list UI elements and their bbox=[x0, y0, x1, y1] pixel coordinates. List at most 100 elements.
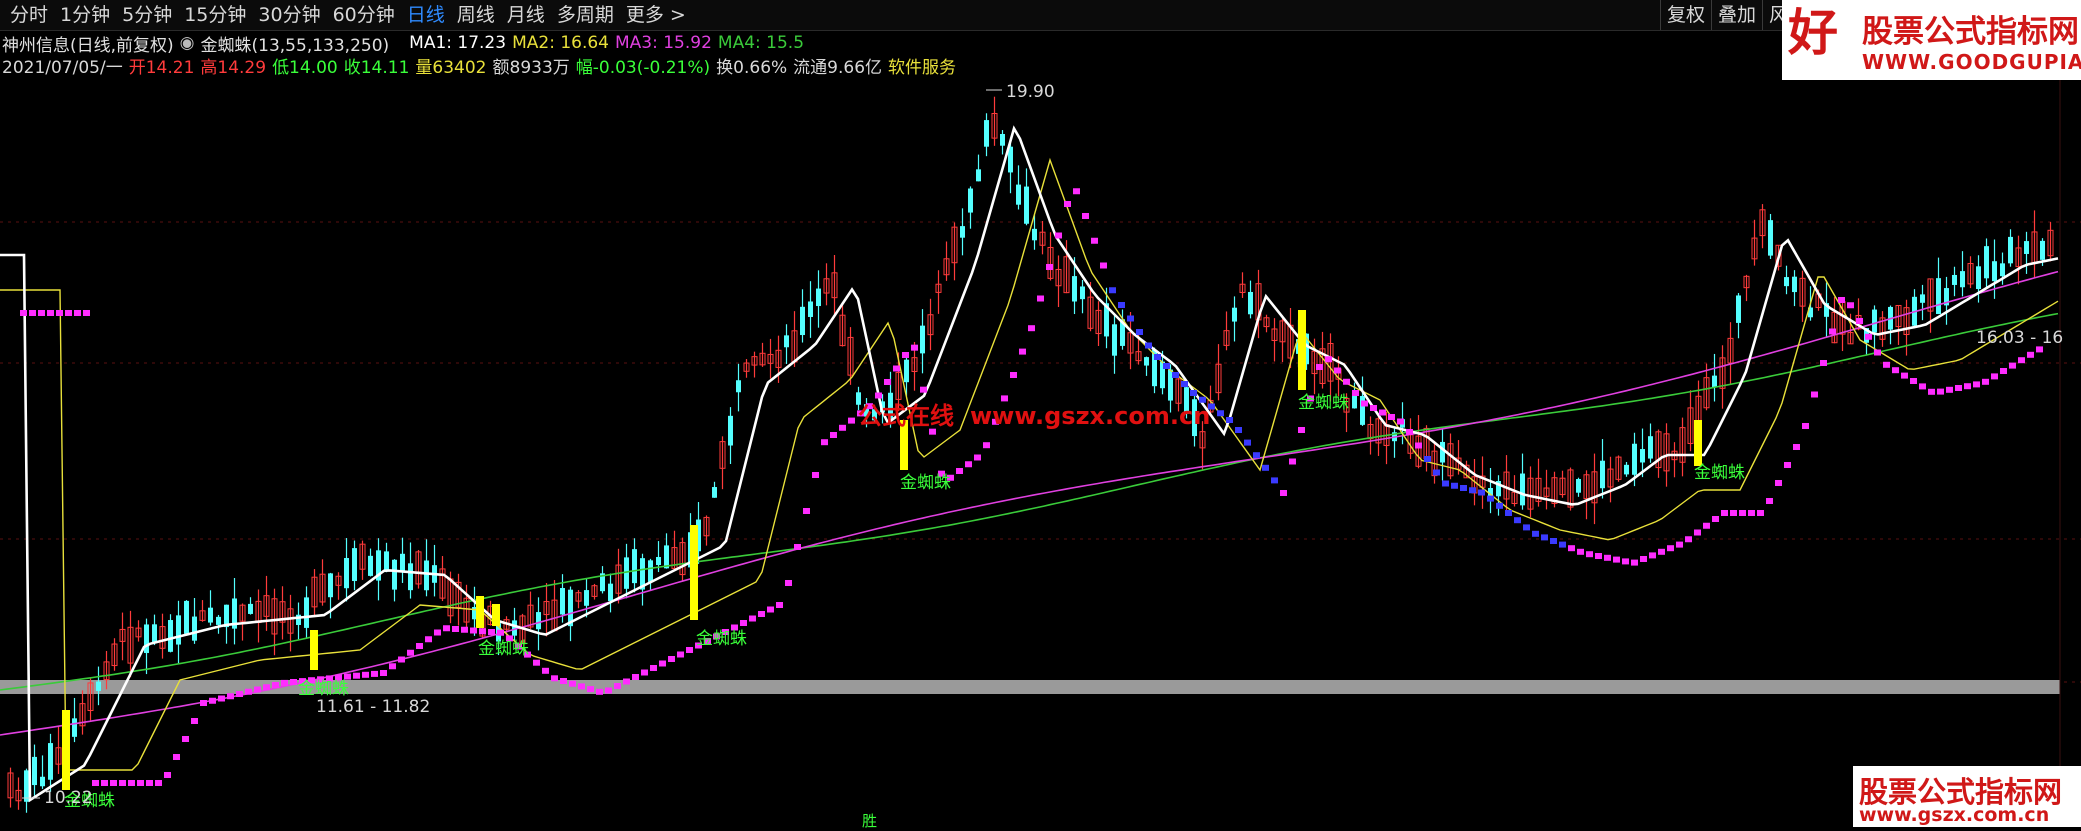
spider-step bbox=[1487, 495, 1494, 502]
candle-body-down bbox=[1032, 228, 1037, 241]
period-toolbar: 分时 1分钟 5分钟 15分钟 30分钟 60分钟 日线 周线 月线 多周期 更多 > 复权 叠加风 bbox=[0, 0, 2081, 31]
spider-step bbox=[1343, 378, 1350, 385]
spider-step bbox=[1163, 363, 1170, 369]
period-tab[interactable]: 周线 bbox=[451, 0, 501, 30]
spider-step bbox=[1784, 462, 1791, 468]
spider-step bbox=[1037, 295, 1044, 302]
candle-body-down bbox=[1640, 449, 1645, 463]
spider-step bbox=[659, 660, 666, 667]
spider-step bbox=[1820, 360, 1827, 366]
watermark-top-url: WWW.GOODGUPIAO.COM bbox=[1862, 50, 2081, 74]
spider-step bbox=[1397, 418, 1404, 425]
period-tab[interactable]: 1分钟 bbox=[54, 0, 116, 30]
candle-body-down bbox=[816, 288, 821, 307]
signal-label: 金蜘蛛 bbox=[298, 679, 349, 699]
spider-step bbox=[1739, 510, 1746, 516]
spider-step bbox=[362, 671, 369, 678]
spider-step bbox=[776, 602, 783, 608]
signal-label: 金蜘蛛 bbox=[696, 629, 747, 649]
spider-step bbox=[1514, 517, 1521, 524]
candle-body-down bbox=[352, 548, 357, 582]
high-price: 高14.29 bbox=[200, 57, 267, 78]
toolbar-right: 复权 叠加风 bbox=[1660, 0, 1794, 30]
candle-body-down bbox=[1624, 464, 1629, 475]
indicator-settings-icon[interactable]: ◉ bbox=[180, 33, 195, 53]
candle-body-down bbox=[1024, 186, 1029, 224]
spider-step bbox=[803, 508, 810, 514]
period-tab[interactable]: 5分钟 bbox=[116, 0, 178, 30]
period-tab[interactable]: 30分钟 bbox=[252, 0, 326, 30]
watermark-logo-top: 好 股票公式指标网 WWW.GOODGUPIAO.COM bbox=[1782, 0, 2081, 80]
toolbar-right-button[interactable]: 叠加 bbox=[1711, 0, 1762, 30]
spider-step bbox=[767, 606, 774, 613]
period-tab[interactable]: 分时 bbox=[4, 0, 54, 30]
watermark-logo-bottom: 股票公式指标网 www.gszx.com.cn bbox=[1853, 766, 2081, 827]
spider-step bbox=[1685, 536, 1692, 543]
candle-body-down bbox=[48, 743, 53, 780]
spider-step bbox=[542, 667, 549, 674]
candle-body-down bbox=[1520, 473, 1525, 506]
candle-body-down bbox=[1784, 277, 1789, 287]
spider-step bbox=[1253, 452, 1260, 459]
float-cap: 流通9.66亿 bbox=[793, 57, 883, 78]
spider-step bbox=[677, 651, 684, 658]
candle-body-down bbox=[1440, 441, 1445, 463]
candle-body-down bbox=[808, 301, 813, 317]
spider-step bbox=[1136, 329, 1143, 335]
candle-body-down bbox=[96, 681, 101, 691]
watermark-center-text: 公式在线 bbox=[858, 402, 954, 430]
spider-step bbox=[2018, 357, 2025, 364]
spider-step bbox=[497, 629, 504, 636]
period-tab[interactable]: 日线 bbox=[401, 0, 451, 30]
period-tab[interactable]: 更多 > bbox=[620, 0, 692, 30]
spider-step bbox=[1172, 372, 1179, 378]
spider-step bbox=[848, 417, 855, 424]
signal-label: 金蜘蛛 bbox=[478, 639, 529, 659]
watermark-bottom-url: www.gszx.com.cn bbox=[1859, 804, 2050, 826]
signal-label: 金蜘蛛 bbox=[900, 473, 951, 493]
candle-body-down bbox=[248, 603, 253, 614]
spider-step bbox=[443, 625, 450, 632]
spider-step bbox=[407, 649, 414, 656]
low-price-label: 10.22 bbox=[44, 788, 93, 808]
candle-body-down bbox=[2000, 263, 2005, 277]
candle-body-down bbox=[40, 776, 45, 787]
candle-body-down bbox=[960, 226, 965, 238]
spider-step bbox=[425, 636, 432, 643]
spider-step bbox=[614, 683, 621, 689]
spider-step bbox=[1370, 405, 1377, 411]
spider-step bbox=[1262, 464, 1269, 471]
spider-step bbox=[1028, 325, 1035, 332]
spider-step bbox=[1334, 367, 1341, 374]
ma2-value: MA2: 16.64 bbox=[512, 33, 609, 53]
candle-body-down bbox=[176, 615, 181, 645]
spider-step bbox=[1775, 480, 1782, 486]
spider-step bbox=[1388, 414, 1395, 420]
candle-body-down bbox=[424, 560, 429, 591]
period-tab[interactable]: 60分钟 bbox=[327, 0, 401, 30]
spider-step bbox=[641, 669, 648, 676]
spider-step bbox=[1748, 510, 1755, 516]
spider-step bbox=[1442, 480, 1449, 487]
spider-step bbox=[812, 472, 819, 478]
spider-step bbox=[38, 310, 45, 316]
toolbar-right-button[interactable]: 复权 bbox=[1660, 0, 1711, 30]
spider-step bbox=[1451, 482, 1458, 489]
open-price: 开14.21 bbox=[128, 57, 195, 78]
spider-step bbox=[1811, 391, 1818, 398]
spider-step bbox=[1874, 349, 1881, 356]
spider-step bbox=[1667, 545, 1674, 552]
spider-step bbox=[911, 344, 918, 351]
spider-step bbox=[974, 454, 981, 461]
candle-body-down bbox=[1768, 220, 1773, 256]
spider-step bbox=[920, 386, 927, 393]
spider-step bbox=[902, 352, 909, 358]
spider-step bbox=[1532, 530, 1539, 537]
period-tab[interactable]: 15分钟 bbox=[178, 0, 252, 30]
candle-body-down bbox=[984, 120, 989, 147]
period-tab[interactable]: 多周期 bbox=[551, 0, 620, 30]
candle-body-down bbox=[920, 325, 925, 354]
spider-step bbox=[983, 442, 990, 449]
quote-info-line: 2021/07/05/一 开14.21 高14.29 低14.00 收14.11… bbox=[2, 53, 962, 78]
period-tab[interactable]: 月线 bbox=[501, 0, 551, 30]
